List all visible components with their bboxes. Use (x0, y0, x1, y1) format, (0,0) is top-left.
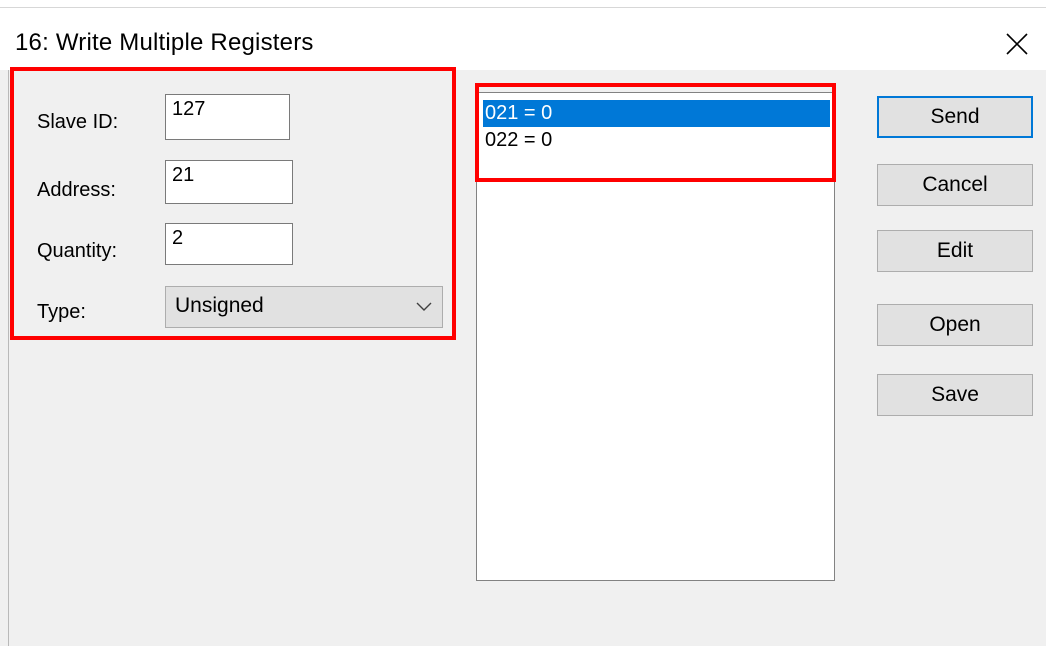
open-button[interactable]: Open (877, 304, 1033, 346)
type-label: Type: (37, 301, 86, 323)
register-list[interactable]: 021 = 0 022 = 0 (476, 92, 835, 581)
chevron-down-icon (416, 302, 432, 311)
dialog-title: 16: Write Multiple Registers (15, 29, 314, 56)
dialog-left-border (8, 70, 9, 646)
send-button[interactable]: Send (877, 96, 1033, 138)
title-bar: 16: Write Multiple Registers (0, 8, 1046, 70)
type-select[interactable]: Unsigned (165, 286, 443, 328)
quantity-input[interactable]: 2 (165, 223, 293, 265)
cancel-button[interactable]: Cancel (877, 164, 1033, 206)
screen-top-edge (0, 0, 1046, 7)
register-list-item-022[interactable]: 022 = 0 (483, 127, 830, 154)
type-select-value: Unsigned (175, 294, 264, 317)
quantity-label: Quantity: (37, 240, 118, 262)
edit-button[interactable]: Edit (877, 230, 1033, 272)
address-input[interactable]: 21 (165, 160, 293, 204)
slave-id-input[interactable]: 127 (165, 94, 290, 140)
slave-id-label: Slave ID: (37, 111, 119, 133)
close-icon (1006, 33, 1028, 55)
save-button[interactable]: Save (877, 374, 1033, 416)
close-button[interactable] (996, 23, 1038, 65)
register-list-item-021[interactable]: 021 = 0 (483, 100, 830, 127)
address-label: Address: (37, 179, 116, 201)
